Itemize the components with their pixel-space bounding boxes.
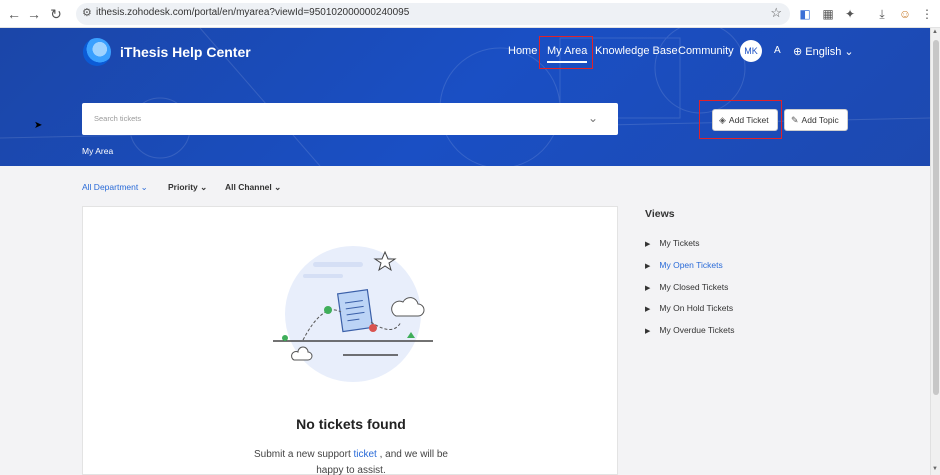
- caret-right-icon: ▶: [645, 306, 651, 313]
- chevron-down-icon: ⌄: [844, 46, 854, 58]
- chevron-down-icon: ⌄: [140, 182, 148, 192]
- add-ticket-highlight: [699, 100, 782, 139]
- brand-name[interactable]: iThesis Help Center: [120, 44, 251, 60]
- department-filter[interactable]: All Department ⌄: [82, 182, 148, 193]
- media-extension-icon[interactable]: ▦: [819, 5, 837, 23]
- breadcrumb[interactable]: My Area: [82, 146, 113, 156]
- user-avatar[interactable]: MK: [740, 40, 762, 62]
- site-info-icon[interactable]: ⚙: [82, 6, 92, 19]
- url-text: ithesis.zohodesk.com/portal/en/myarea?vi…: [96, 7, 410, 18]
- add-topic-label: Add Topic: [801, 115, 839, 125]
- profile-icon[interactable]: ☺: [896, 5, 914, 23]
- address-bar[interactable]: ⚙ ithesis.zohodesk.com/portal/en/myarea?…: [76, 3, 790, 25]
- caret-right-icon: ▶: [645, 241, 651, 248]
- browser-toolbar: ← → ↻ ⚙ ithesis.zohodesk.com/portal/en/m…: [0, 0, 940, 28]
- caret-right-icon: ▶: [645, 263, 651, 270]
- hero-banner: iThesis Help Center Home My Area Knowled…: [0, 28, 930, 166]
- add-topic-button[interactable]: ✎ Add Topic: [784, 109, 848, 131]
- chevron-down-icon[interactable]: ⌄: [588, 111, 598, 125]
- caret-right-icon: ▶: [645, 328, 651, 335]
- translate-extension-icon[interactable]: ◧: [796, 5, 814, 23]
- chevron-down-icon: ⌄: [274, 182, 282, 192]
- nav-knowledge-base[interactable]: Knowledge Base: [595, 45, 678, 57]
- priority-label: Priority: [168, 182, 198, 192]
- page-scrollbar[interactable]: ▲ ▼: [930, 28, 940, 475]
- view-my-closed-tickets[interactable]: ▶ My Closed Tickets: [645, 282, 728, 292]
- back-icon[interactable]: ←: [4, 4, 24, 24]
- scroll-thumb[interactable]: [933, 40, 939, 395]
- empty-state-message: Submit a new support ticket , and we wil…: [251, 447, 451, 475]
- browser-menu-icon[interactable]: ⋮: [918, 5, 936, 23]
- language-selector[interactable]: ⊕ English ⌄: [793, 45, 854, 58]
- channel-filter[interactable]: All Channel ⌄: [225, 182, 281, 193]
- view-my-overdue-tickets[interactable]: ▶ My Overdue Tickets: [645, 325, 735, 335]
- view-my-open-tickets[interactable]: ▶ My Open Tickets: [645, 260, 723, 270]
- department-label: All Department: [82, 182, 139, 192]
- download-icon[interactable]: ⤓: [873, 5, 891, 23]
- scroll-up-icon[interactable]: ▲: [932, 29, 938, 35]
- font-size-icon[interactable]: A: [774, 45, 781, 56]
- empty-tickets-illustration: [273, 246, 433, 382]
- scroll-down-icon[interactable]: ▼: [932, 466, 938, 472]
- language-label: English: [805, 46, 842, 58]
- chevron-down-icon: ⌄: [200, 182, 208, 192]
- nav-community[interactable]: Community: [678, 45, 734, 57]
- bookmark-star-icon[interactable]: ☆: [770, 5, 782, 21]
- views-heading: Views: [645, 208, 675, 220]
- ticket-search-input[interactable]: Search tickets ⌄: [82, 103, 618, 135]
- submit-ticket-link[interactable]: ticket: [354, 449, 377, 460]
- view-my-on-hold-tickets[interactable]: ▶ My On Hold Tickets: [645, 303, 733, 313]
- mouse-cursor-icon: ➤: [34, 120, 43, 131]
- reload-icon[interactable]: ↻: [46, 4, 66, 24]
- empty-state-title: No tickets found: [296, 416, 406, 432]
- priority-filter[interactable]: Priority ⌄: [168, 182, 207, 193]
- globe-icon: ⊕: [793, 46, 803, 58]
- empty-state-text-before: Submit a new support: [254, 449, 351, 460]
- channel-label: All Channel: [225, 182, 272, 192]
- search-placeholder: Search tickets: [94, 114, 142, 123]
- extensions-puzzle-icon[interactable]: ✦: [841, 5, 859, 23]
- view-my-tickets[interactable]: ▶ My Tickets: [645, 238, 700, 248]
- tickets-card: No tickets found Submit a new support ti…: [82, 206, 618, 475]
- edit-icon: ✎: [791, 115, 799, 125]
- brand-logo-icon[interactable]: [83, 38, 111, 66]
- nav-home[interactable]: Home: [508, 45, 537, 57]
- forward-icon[interactable]: →: [24, 4, 44, 24]
- caret-right-icon: ▶: [645, 285, 651, 292]
- my-area-highlight: [539, 36, 593, 69]
